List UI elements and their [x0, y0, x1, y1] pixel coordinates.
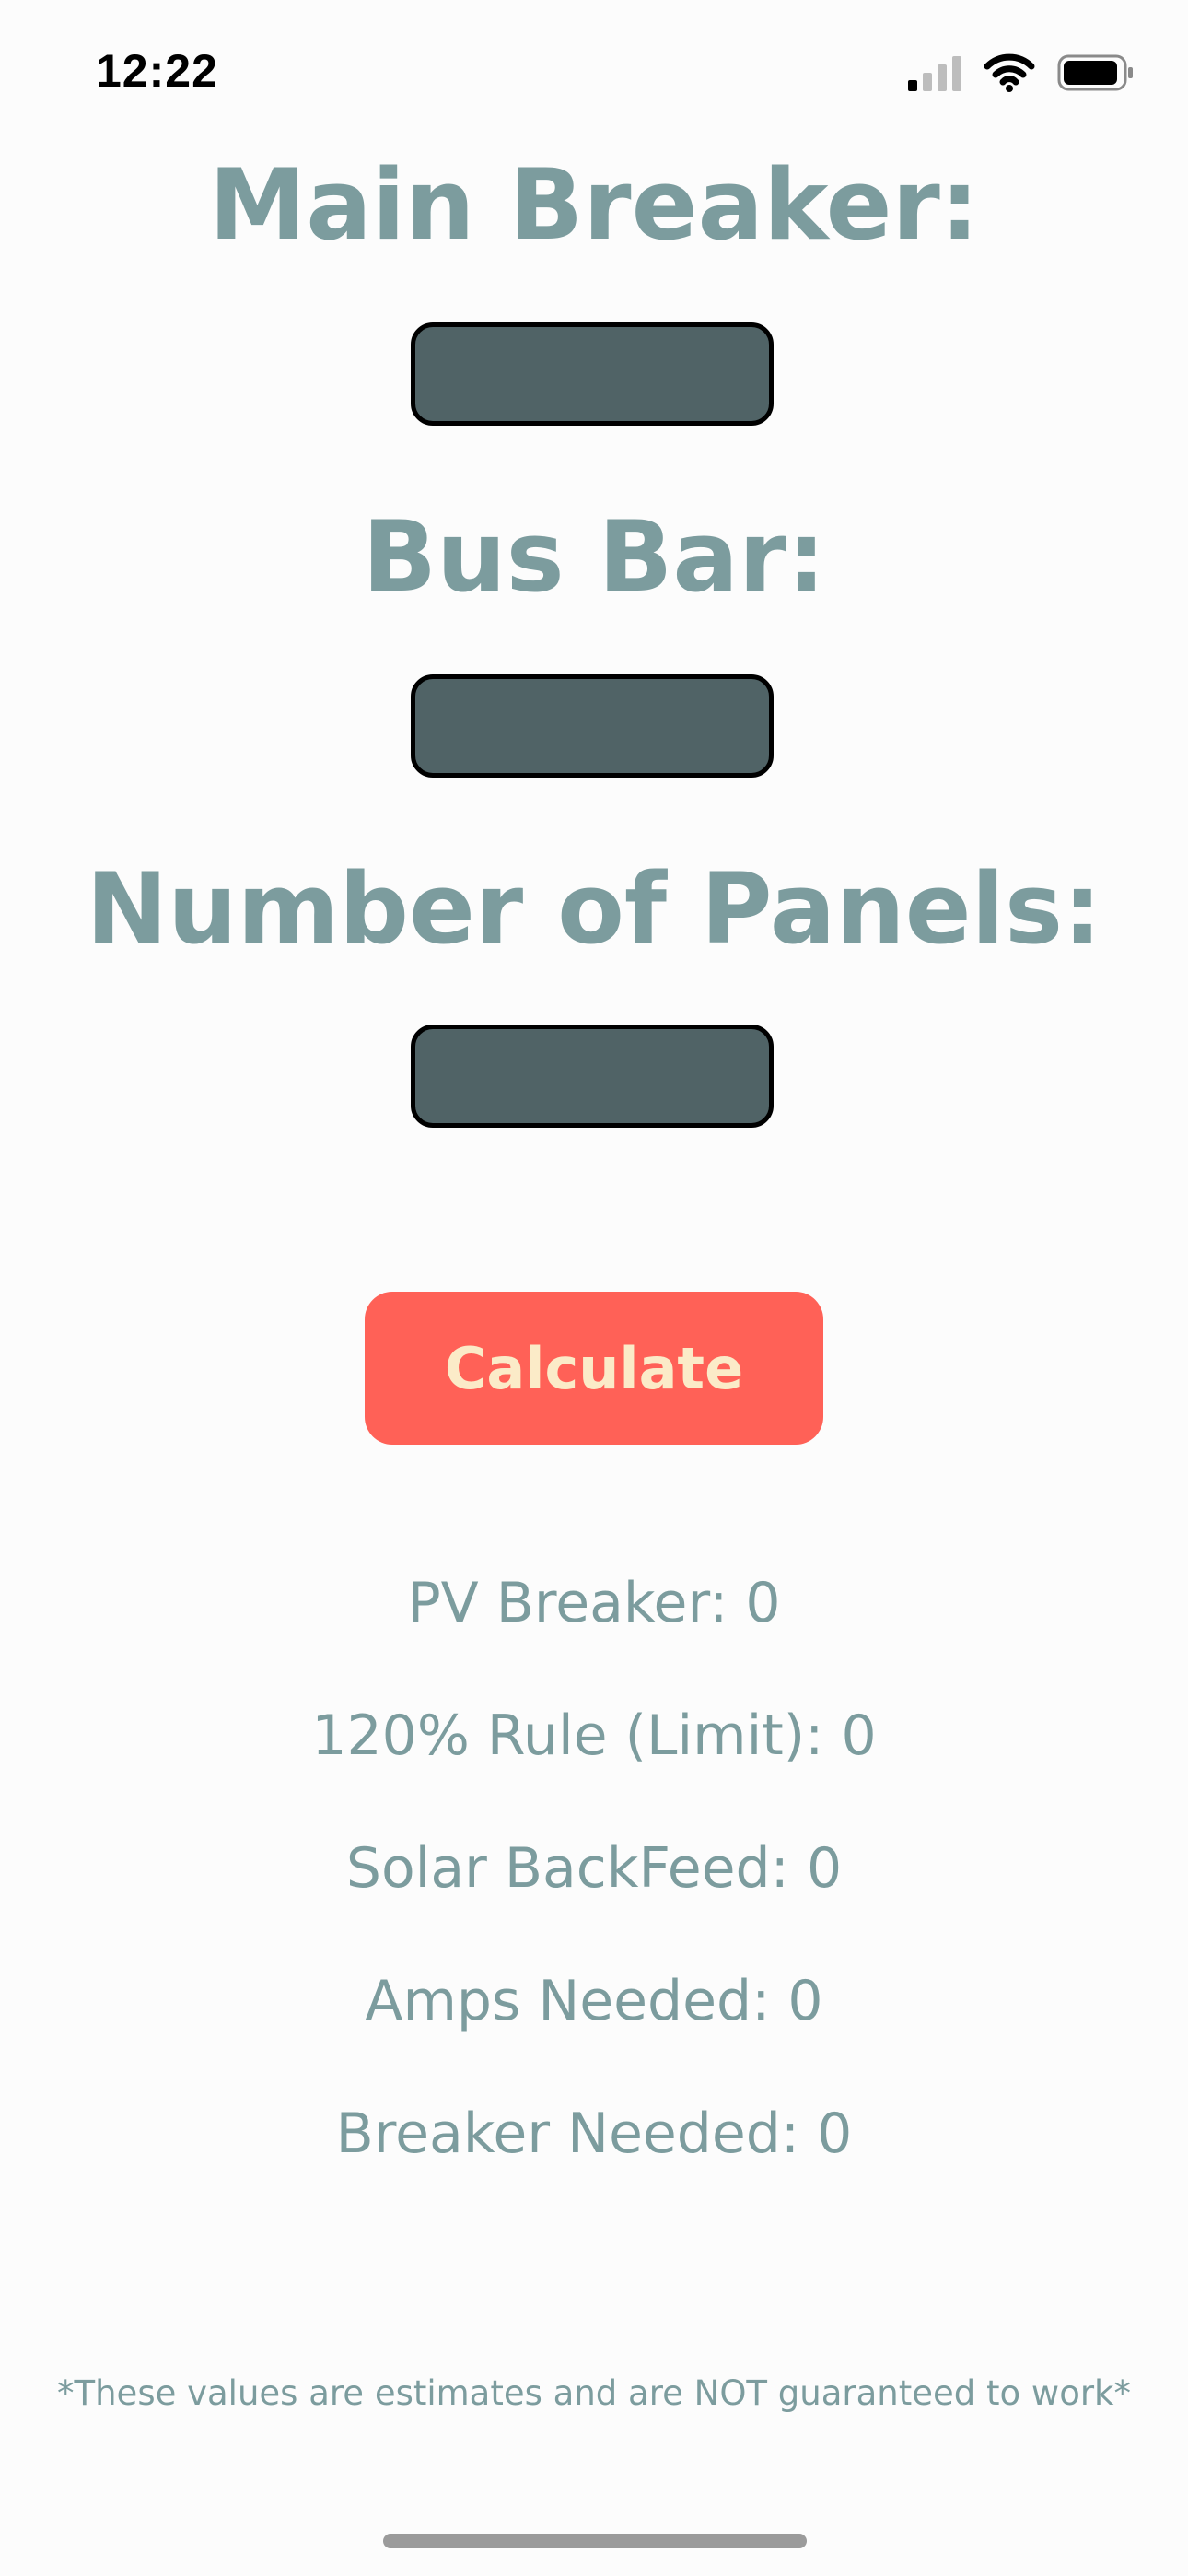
pv-breaker-result: PV Breaker: 0 — [0, 1575, 1188, 1631]
number-of-panels-label: Number of Panels: — [86, 852, 1102, 966]
amps-needed-label: Amps Needed: — [365, 1969, 771, 2033]
calculator-screen: 12:22 Main Breaker: Bus Bar: Number of P… — [0, 0, 1188, 2576]
bus-bar-input[interactable] — [411, 674, 774, 778]
status-icons — [908, 53, 1135, 96]
pv-breaker-value: 0 — [745, 1571, 781, 1635]
breaker-needed-label: Breaker Needed: — [335, 2102, 800, 2166]
breaker-needed-value: 0 — [817, 2102, 853, 2166]
main-breaker-input[interactable] — [411, 322, 774, 426]
disclaimer-text: *These values are estimates and are NOT … — [57, 2373, 1131, 2413]
main-breaker-label: Main Breaker: — [208, 148, 980, 262]
solar-backfeed-value: 0 — [806, 1836, 843, 1901]
wifi-icon — [984, 53, 1035, 96]
solar-backfeed-result: Solar BackFeed: 0 — [0, 1841, 1188, 1896]
calculate-button[interactable]: Calculate — [365, 1292, 823, 1445]
cellular-signal-icon — [908, 54, 961, 95]
rule-120-limit-label: 120% Rule (Limit): — [311, 1704, 824, 1768]
rule-120-limit-result: 120% Rule (Limit): 0 — [0, 1708, 1188, 1763]
bus-bar-label: Bus Bar: — [362, 500, 826, 614]
number-of-panels-input[interactable] — [411, 1025, 774, 1128]
rule-120-limit-value: 0 — [841, 1704, 877, 1768]
solar-backfeed-label: Solar BackFeed: — [345, 1836, 789, 1901]
amps-needed-value: 0 — [787, 1969, 823, 2033]
home-indicator[interactable] — [383, 2534, 807, 2548]
battery-icon — [1057, 54, 1135, 95]
amps-needed-result: Amps Needed: 0 — [0, 1973, 1188, 2029]
breaker-needed-result: Breaker Needed: 0 — [0, 2106, 1188, 2161]
pv-breaker-label: PV Breaker: — [407, 1571, 728, 1635]
status-time: 12:22 — [96, 45, 218, 97]
status-bar: 12:22 — [0, 0, 1188, 147]
